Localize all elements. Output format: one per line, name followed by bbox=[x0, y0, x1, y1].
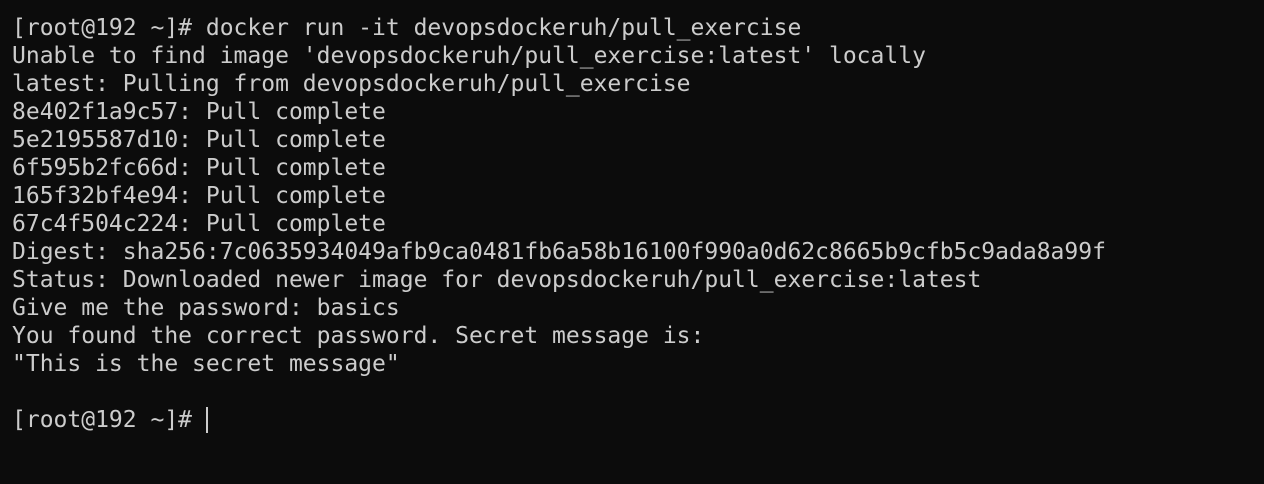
terminal-line: 67c4f504c224: Pull complete bbox=[12, 211, 386, 237]
terminal-line: 165f32bf4e94: Pull complete bbox=[12, 183, 386, 209]
shell-prompt: [root@192 ~]# bbox=[12, 407, 193, 433]
terminal-line: 5e2195587d10: Pull complete bbox=[12, 127, 386, 153]
terminal-line: 8e402f1a9c57: Pull complete bbox=[12, 99, 386, 125]
terminal-line: [root@192 ~]# docker run -it devopsdocke… bbox=[12, 15, 802, 41]
terminal-line: Status: Downloaded newer image for devop… bbox=[12, 267, 982, 293]
terminal-window[interactable]: [root@192 ~]# docker run -it devopsdocke… bbox=[0, 0, 1264, 484]
command-prompt-line[interactable]: [root@192 ~]# bbox=[12, 406, 1264, 434]
terminal-line: Unable to find image 'devopsdockeruh/pul… bbox=[12, 43, 926, 69]
terminal-line: Digest: sha256:7c0635934049afb9ca0481fb6… bbox=[12, 239, 1106, 265]
terminal-line: "This is the secret message" bbox=[12, 351, 400, 377]
text-cursor bbox=[206, 407, 209, 433]
terminal-line: You found the correct password. Secret m… bbox=[12, 323, 705, 349]
terminal-line: Give me the password: basics bbox=[12, 295, 400, 321]
terminal-line: 6f595b2fc66d: Pull complete bbox=[12, 155, 386, 181]
terminal-line: latest: Pulling from devopsdockeruh/pull… bbox=[12, 71, 691, 97]
